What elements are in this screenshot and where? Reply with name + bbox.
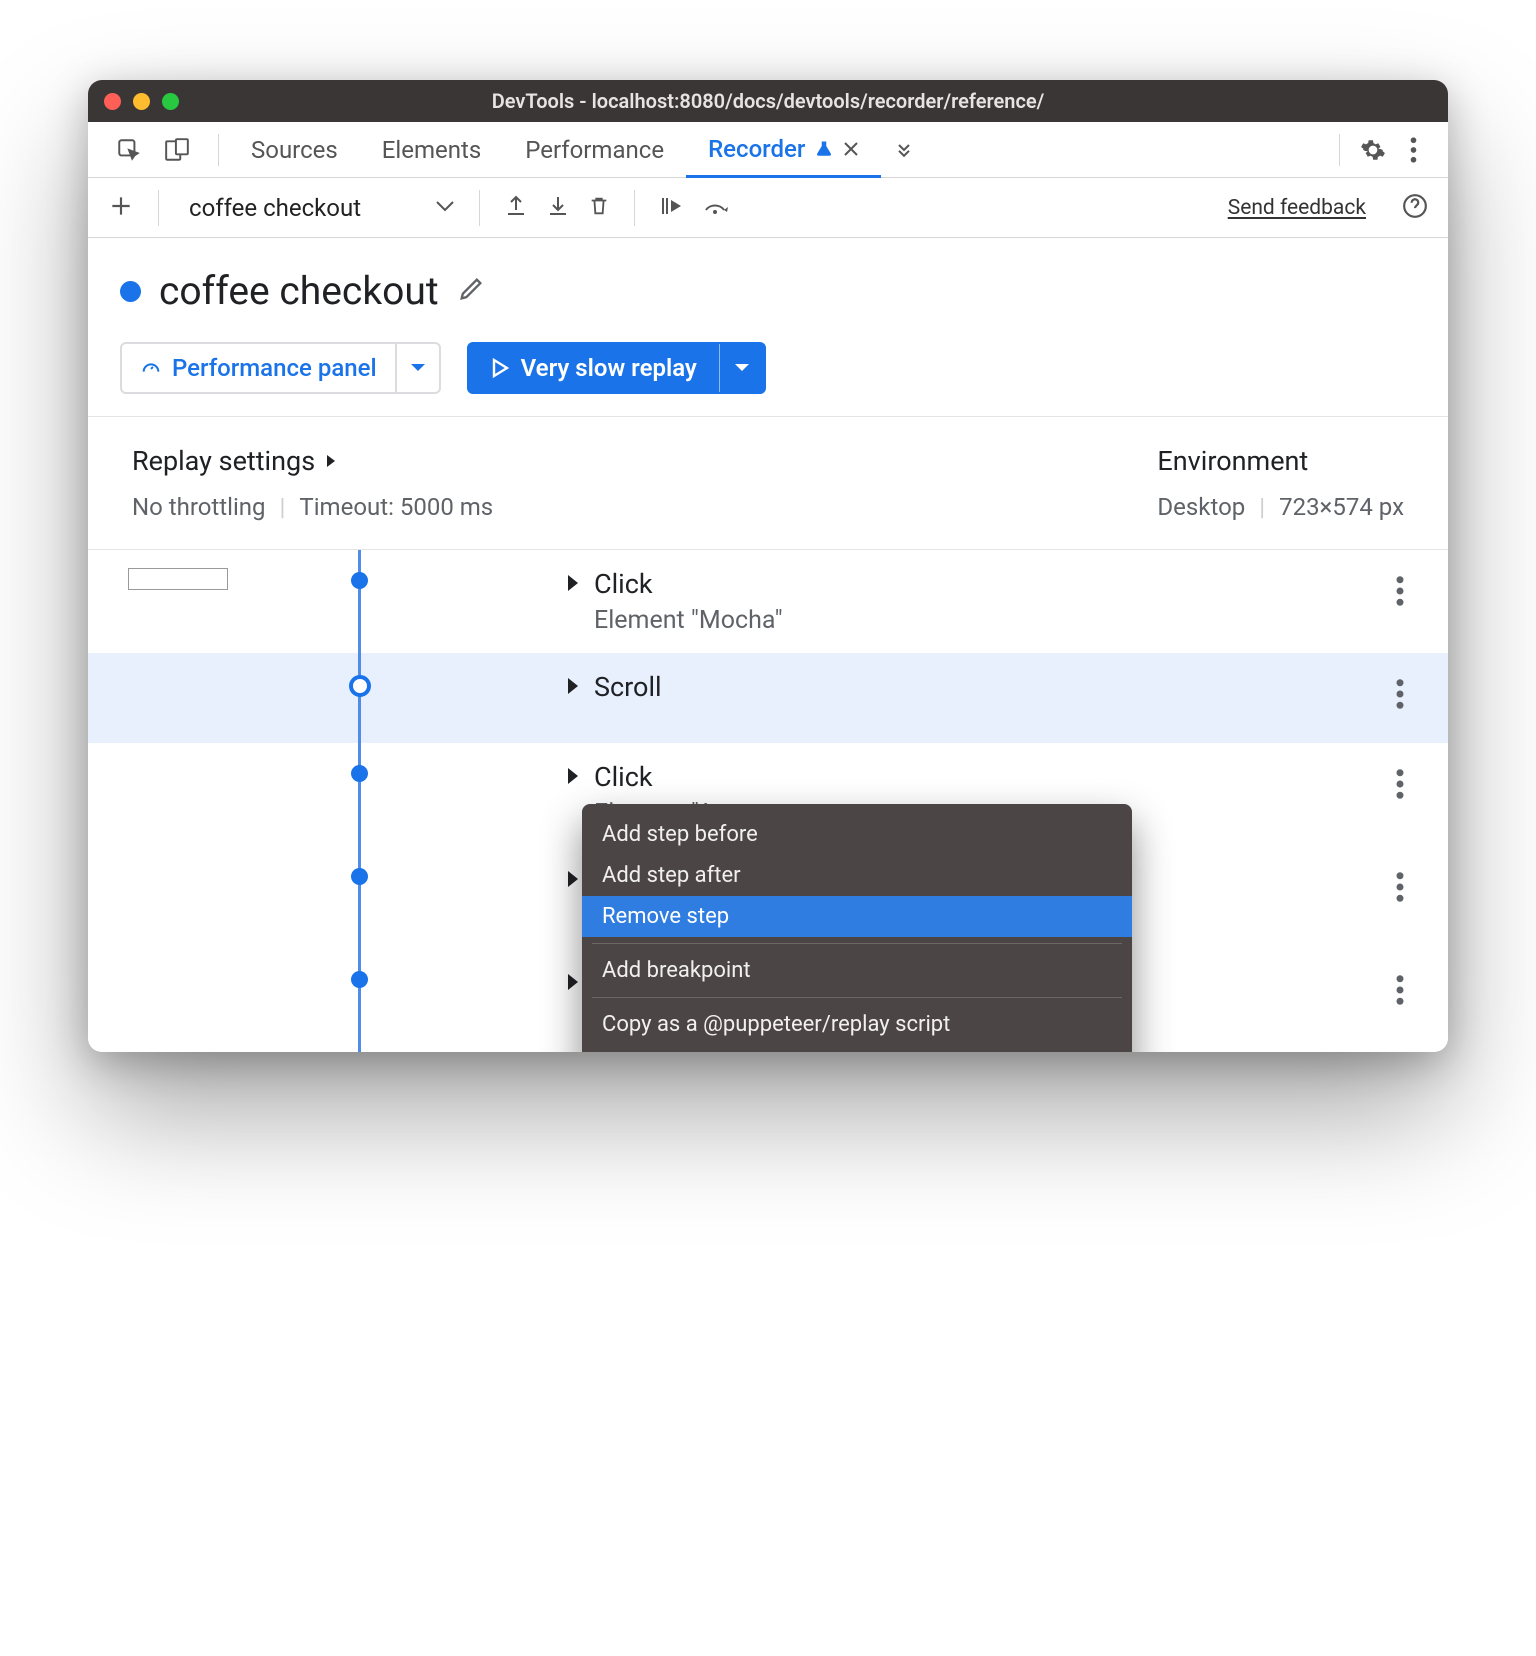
menu-item[interactable]: Copy as a @puppeteer/replay script [582,1004,1132,1045]
send-feedback-link[interactable]: Send feedback [1228,196,1366,220]
replay-settings-heading[interactable]: Replay settings [132,445,493,477]
step-context-menu: Add step beforeAdd step afterRemove step… [582,804,1132,1052]
traffic-lights [104,93,179,110]
recording-indicator [120,281,141,302]
flask-icon [815,138,833,160]
minimize-window[interactable] [133,93,150,110]
flow-title: coffee checkout [159,268,439,314]
throttling-value: No throttling [132,493,266,521]
step-title: Click [568,568,1338,600]
flow-header: coffee checkout Performance panel Very s… [88,238,1448,417]
performance-panel-button[interactable]: Performance panel [120,342,441,394]
timeline-node [351,765,368,782]
window-title: DevTools - localhost:8080/docs/devtools/… [88,89,1448,113]
device-toggle-icon[interactable] [160,133,194,167]
environment-heading: Environment [1157,445,1404,477]
timeline-node [351,572,368,589]
menu-separator [592,997,1122,998]
expand-step-icon[interactable] [568,575,578,591]
step-over-icon[interactable] [699,191,737,225]
devtools-tabs: Sources Elements Performance Recorder [88,122,1448,178]
menu-item[interactable]: Add step before [582,814,1132,855]
menu-item[interactable]: Add step after [582,855,1132,896]
steps-timeline: Click Element "Mocha" Scroll Click Element "… [88,550,1448,1052]
replay-dropdown[interactable] [720,344,764,392]
step-menu-icon[interactable] [1396,679,1404,713]
export-icon[interactable] [500,189,532,227]
flow-select[interactable]: coffee checkout [179,194,371,222]
timeout-value: Timeout: 5000 ms [299,493,493,521]
devtools-window: DevTools - localhost:8080/docs/devtools/… [88,80,1448,1052]
more-options-icon[interactable] [1396,133,1430,167]
step-menu-icon[interactable] [1396,576,1404,610]
step-play-icon[interactable] [655,190,689,226]
close-window[interactable] [104,93,121,110]
flow-dropdown-icon[interactable] [431,194,459,221]
expand-step-icon[interactable] [568,678,578,694]
maximize-window[interactable] [162,93,179,110]
expand-icon [325,453,337,469]
step-title: Scroll [568,671,1338,703]
add-flow-icon[interactable] [104,189,138,227]
expand-step-icon[interactable] [568,974,578,990]
step-menu-icon[interactable] [1396,975,1404,1009]
play-icon [491,358,509,378]
step-subtitle: Element "Mocha" [594,606,1338,635]
gauge-icon [140,357,162,379]
replay-settings-section: Replay settings No throttling | Timeout:… [88,417,1448,550]
step-menu-icon[interactable] [1396,872,1404,906]
close-tab-icon[interactable] [843,141,859,157]
tab-elements[interactable]: Elements [360,122,503,177]
device-value: Desktop [1157,493,1245,521]
menu-separator [592,943,1122,944]
settings-icon[interactable] [1356,133,1390,167]
performance-panel-dropdown[interactable] [397,344,439,392]
recorder-toolbar: coffee checkout Send feedback [88,178,1448,238]
delete-icon[interactable] [584,189,614,227]
timeline-node [351,971,368,988]
step-title: Click [568,761,1338,793]
step-row[interactable]: Click Element "Mocha" [88,550,1448,653]
help-icon[interactable] [1398,189,1432,227]
replay-button[interactable]: Very slow replay [467,342,766,394]
dimensions-value: 723×574 px [1279,493,1404,521]
import-icon[interactable] [542,189,574,227]
step-thumbnail [128,568,228,590]
menu-item[interactable]: Remove step [582,896,1132,937]
tab-recorder[interactable]: Recorder [686,123,881,178]
titlebar: DevTools - localhost:8080/docs/devtools/… [88,80,1448,122]
menu-item[interactable]: Copy as› [582,1045,1132,1052]
more-tabs-icon[interactable] [887,133,921,167]
menu-item[interactable]: Add breakpoint [582,950,1132,991]
timeline-node [349,675,371,697]
inspect-icon[interactable] [112,133,146,167]
tab-performance[interactable]: Performance [503,122,686,177]
step-row[interactable]: Scroll [88,653,1448,743]
step-menu-icon[interactable] [1396,769,1404,803]
expand-step-icon[interactable] [568,768,578,784]
edit-title-icon[interactable] [457,275,485,307]
tab-sources[interactable]: Sources [229,122,360,177]
timeline-node [351,868,368,885]
expand-step-icon[interactable] [568,871,578,887]
